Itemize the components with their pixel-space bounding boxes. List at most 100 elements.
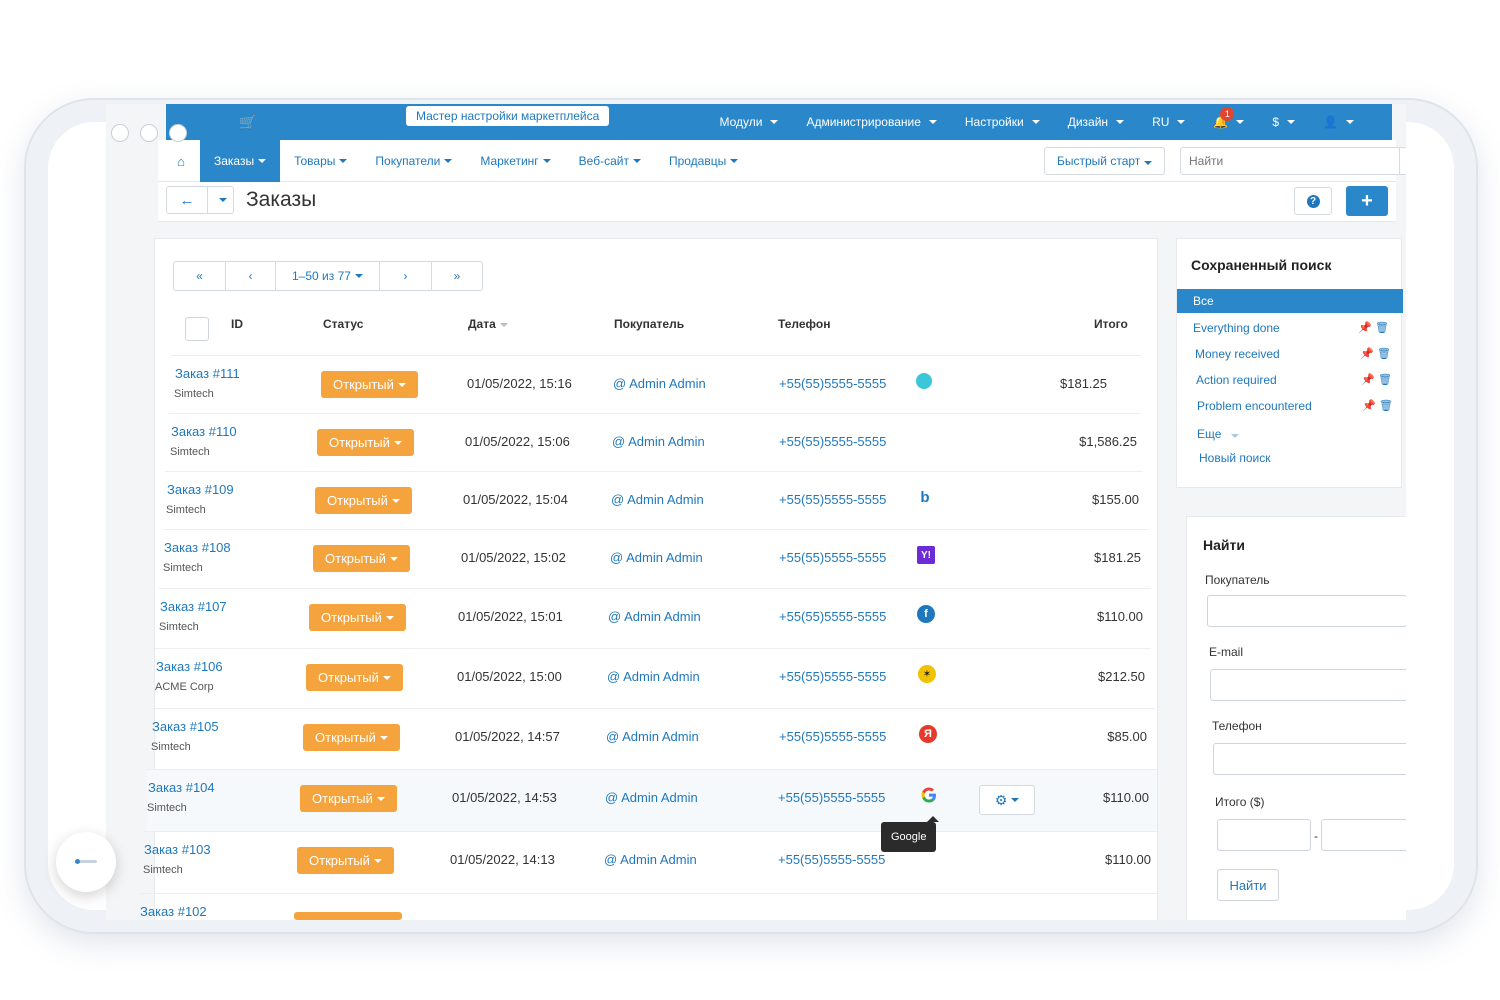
- status-dropdown[interactable]: Открытый: [315, 487, 412, 514]
- status-dropdown[interactable]: Открытый: [303, 724, 400, 751]
- saved-search-item[interactable]: Problem encountered 📌 🗑: [1197, 399, 1397, 413]
- trash-icon[interactable]: 🗑: [1378, 374, 1392, 386]
- header-customer[interactable]: Покупатель: [614, 317, 684, 331]
- customer-link[interactable]: @ Admin Admin: [607, 669, 700, 684]
- phone-link[interactable]: +55(55)5555-5555: [779, 669, 886, 684]
- phone-link[interactable]: +55(55)5555-5555: [779, 729, 886, 744]
- tab-website[interactable]: Веб-сайт: [565, 140, 655, 182]
- order-link[interactable]: Заказ #104: [148, 780, 215, 795]
- saved-search-all[interactable]: Все: [1177, 289, 1403, 313]
- table-row[interactable]: Заказ #104 Simtech Открытый 01/05/2022, …: [147, 769, 1157, 852]
- home-icon[interactable]: ⌂: [166, 140, 196, 182]
- select-all-checkbox[interactable]: [185, 317, 209, 341]
- tab-customers[interactable]: Покупатели: [361, 140, 466, 182]
- help-button[interactable]: ?: [1294, 187, 1332, 215]
- tab-products[interactable]: Товары: [280, 140, 361, 182]
- header-date[interactable]: Дата: [468, 317, 508, 331]
- trash-icon[interactable]: 🗑: [1379, 400, 1393, 412]
- tab-marketing[interactable]: Маркетинг: [466, 140, 564, 182]
- quick-start-button[interactable]: Быстрый старт: [1044, 147, 1166, 175]
- saved-search-item[interactable]: Money received 📌 🗑: [1195, 347, 1395, 361]
- table-row[interactable]: Заказ #102: [139, 893, 1161, 920]
- customer-link[interactable]: @ Admin Admin: [610, 550, 703, 565]
- search-input[interactable]: [1180, 147, 1400, 175]
- order-link[interactable]: Заказ #102: [140, 904, 207, 919]
- pin-icon[interactable]: 📌: [1358, 322, 1372, 334]
- customer-link[interactable]: @ Admin Admin: [608, 609, 701, 624]
- customer-link[interactable]: @ Admin Admin: [605, 790, 698, 805]
- header-status[interactable]: Статус: [323, 317, 363, 331]
- prev-page-button[interactable]: ‹: [226, 262, 276, 290]
- find-button[interactable]: Найти: [1217, 869, 1279, 901]
- cart-icon[interactable]: 🛒: [239, 114, 256, 131]
- table-row[interactable]: Заказ #110 Simtech Открытый 01/05/2022, …: [169, 413, 1141, 471]
- order-link[interactable]: Заказ #107: [160, 599, 227, 614]
- table-row[interactable]: Заказ #106 ACME Corp Открытый 01/05/2022…: [155, 648, 1151, 706]
- customer-field[interactable]: [1207, 595, 1406, 627]
- order-link[interactable]: Заказ #106: [156, 659, 223, 674]
- table-row[interactable]: Заказ #107 Simtech Открытый 01/05/2022, …: [159, 588, 1151, 646]
- phone-link[interactable]: +55(55)5555-5555: [778, 852, 885, 867]
- trash-icon[interactable]: 🗑: [1377, 348, 1391, 360]
- pin-icon[interactable]: 📌: [1362, 400, 1376, 412]
- menu-user[interactable]: 👤: [1309, 115, 1368, 129]
- order-link[interactable]: Заказ #109: [167, 482, 234, 497]
- email-field[interactable]: [1210, 669, 1406, 701]
- customer-link[interactable]: @ Admin Admin: [604, 852, 697, 867]
- pin-icon[interactable]: 📌: [1361, 374, 1375, 386]
- status-dropdown[interactable]: [294, 912, 402, 920]
- header-total[interactable]: Итого: [1094, 317, 1128, 331]
- back-button[interactable]: ←: [166, 186, 208, 214]
- order-link[interactable]: Заказ #108: [164, 540, 231, 555]
- status-dropdown[interactable]: Открытый: [297, 847, 394, 874]
- order-link[interactable]: Заказ #103: [144, 842, 211, 857]
- order-actions-button[interactable]: ⚙: [979, 785, 1035, 815]
- table-row[interactable]: Заказ #105 Simtech Открытый 01/05/2022, …: [151, 708, 1155, 766]
- phone-link[interactable]: +55(55)5555-5555: [778, 790, 885, 805]
- customer-link[interactable]: @ Admin Admin: [613, 376, 706, 391]
- order-link[interactable]: Заказ #111: [175, 366, 240, 381]
- order-link[interactable]: Заказ #110: [171, 424, 237, 439]
- back-dropdown-button[interactable]: [208, 186, 234, 214]
- menu-settings[interactable]: Настройки: [951, 115, 1054, 129]
- order-link[interactable]: Заказ #105: [152, 719, 219, 734]
- menu-administration[interactable]: Администрирование: [792, 115, 950, 129]
- menu-design[interactable]: Дизайн: [1054, 115, 1138, 129]
- customer-link[interactable]: @ Admin Admin: [611, 492, 704, 507]
- phone-link[interactable]: +55(55)5555-5555: [779, 376, 886, 391]
- total-from-field[interactable]: [1217, 819, 1311, 851]
- status-dropdown[interactable]: Открытый: [317, 429, 414, 456]
- phone-field[interactable]: [1213, 743, 1406, 775]
- phone-link[interactable]: +55(55)5555-5555: [779, 609, 886, 624]
- table-row[interactable]: Заказ #109 Simtech Открытый 01/05/2022, …: [165, 471, 1143, 529]
- header-phone[interactable]: Телефон: [778, 317, 830, 331]
- menu-currency[interactable]: $: [1258, 115, 1309, 129]
- menu-modules[interactable]: Модули: [705, 115, 792, 129]
- customer-link[interactable]: @ Admin Admin: [612, 434, 705, 449]
- table-row[interactable]: Заказ #111 Simtech Открытый 01/05/2022, …: [171, 355, 1141, 413]
- phone-link[interactable]: +55(55)5555-5555: [779, 434, 886, 449]
- saved-search-item[interactable]: Everything done 📌 🗑: [1193, 321, 1393, 335]
- table-row[interactable]: Заказ #103 Simtech Открытый 01/05/2022, …: [143, 831, 1159, 893]
- status-dropdown[interactable]: Открытый: [321, 371, 418, 398]
- table-row[interactable]: Заказ #108 Simtech Открытый 01/05/2022, …: [163, 529, 1149, 587]
- saved-search-more[interactable]: Еще: [1197, 427, 1240, 441]
- pin-icon[interactable]: 📌: [1360, 348, 1374, 360]
- search-button[interactable]: [1400, 147, 1406, 175]
- status-dropdown[interactable]: Открытый: [306, 664, 403, 691]
- setup-wizard-button[interactable]: Мастер настройки маркетплейса: [406, 106, 610, 126]
- last-page-button[interactable]: »: [432, 262, 482, 290]
- phone-link[interactable]: +55(55)5555-5555: [779, 550, 886, 565]
- tab-vendors[interactable]: Продавцы: [655, 140, 752, 182]
- menu-notifications[interactable]: 🔔 1: [1199, 107, 1258, 129]
- new-search-link[interactable]: Новый поиск: [1199, 451, 1271, 465]
- home-button[interactable]: [56, 832, 116, 892]
- customer-link[interactable]: @ Admin Admin: [606, 729, 699, 744]
- phone-link[interactable]: +55(55)5555-5555: [779, 492, 886, 507]
- page-range-select[interactable]: 1–50 из 77: [276, 262, 380, 290]
- add-order-button[interactable]: +: [1346, 186, 1388, 216]
- menu-language[interactable]: RU: [1138, 115, 1199, 129]
- tab-orders[interactable]: Заказы: [200, 140, 281, 182]
- header-id[interactable]: ID: [231, 317, 243, 331]
- status-dropdown[interactable]: Открытый: [300, 785, 397, 812]
